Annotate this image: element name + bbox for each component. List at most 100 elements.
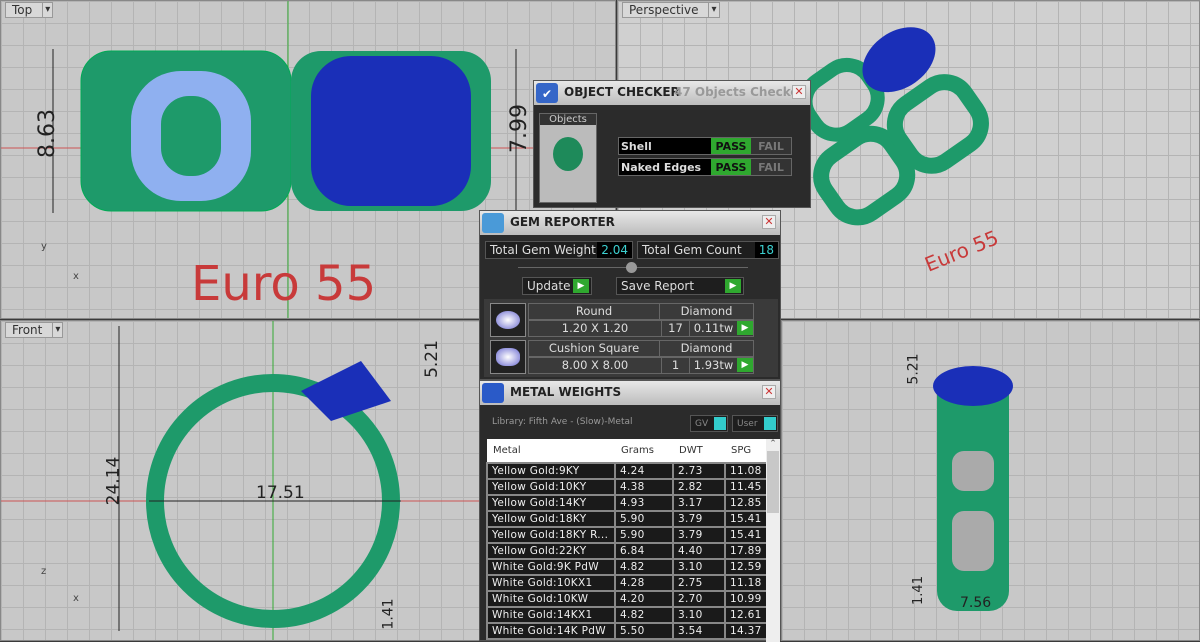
dimension-5-21-right: 5.21	[905, 353, 922, 385]
update-button[interactable]: Update ▶	[522, 277, 592, 295]
spg: 14.37	[724, 622, 766, 640]
metal-row[interactable]: White Gold:10KX1 4.28 2.75 11.18	[486, 574, 766, 592]
metal-row[interactable]: Yellow Gold:14KY 4.93 3.17 12.85	[486, 494, 766, 512]
right-viewport[interactable]: 5.21 1.41 7.56	[781, 320, 1200, 641]
metal-weights-panel: METAL WEIGHTS ✕ Library: Fifth Ave - (Sl…	[479, 380, 781, 642]
gem-count: 1	[661, 358, 689, 373]
col-spg[interactable]: SPG	[725, 439, 766, 463]
metal-name: White Gold:9K PdW	[486, 558, 616, 576]
metal-row[interactable]: White Gold:10KW 4.20 2.70 10.99	[486, 590, 766, 608]
gem-reporter-titlebar[interactable]: GEM REPORTER ✕	[480, 211, 780, 235]
grams: 4.38	[614, 478, 674, 496]
metal-row[interactable]: Yellow Gold:9KY 4.24 2.73 11.08	[486, 462, 766, 480]
grams: 5.90	[614, 526, 674, 544]
total-gem-count-value: 18	[754, 242, 778, 258]
close-button[interactable]: ✕	[762, 385, 776, 399]
total-gem-weight-value: 2.04	[597, 242, 632, 258]
gem-report-icon	[482, 213, 504, 233]
col-grams[interactable]: Grams	[615, 439, 673, 463]
total-gem-weight: Total Gem Weight 2.04	[485, 241, 633, 259]
gem-shape: Cushion Square	[548, 341, 640, 355]
spg: 17.89	[724, 542, 766, 560]
metal-row[interactable]: White Gold:9K PdW 4.82 3.10 12.59	[486, 558, 766, 576]
gem-row-cushion[interactable]	[490, 340, 526, 374]
col-dwt[interactable]: DWT	[673, 439, 725, 463]
metal-name: White Gold:14K PdW	[486, 622, 616, 640]
select-gem-button[interactable]: ▶	[737, 321, 753, 335]
gem-shape: Round	[575, 304, 613, 318]
object-checker-panel: ✔ OBJECT CHECKER 47 Objects Checked ✕ Ob…	[533, 80, 811, 208]
dwt: 2.75	[672, 574, 726, 592]
gv-label: GV	[695, 419, 709, 429]
dwt: 3.54	[672, 622, 726, 640]
splitter-handle[interactable]	[626, 262, 637, 273]
toggle-indicator	[714, 417, 726, 430]
gv-toggle[interactable]: GV	[690, 415, 728, 432]
metal-row[interactable]: Yellow Gold:22KY 6.84 4.40 17.89	[486, 542, 766, 560]
euro-55-text: Euro 55	[191, 256, 377, 312]
scroll-up-icon[interactable]: ⌃	[766, 439, 780, 449]
save-report-button[interactable]: Save Report ▶	[616, 277, 744, 295]
gem-reporter-title: GEM REPORTER	[510, 215, 615, 229]
check-name: Shell	[621, 140, 652, 153]
viewport-label-top[interactable]: Top	[5, 2, 54, 18]
user-label: User	[737, 419, 758, 429]
metal-table-container: Metal Grams DWT SPG Yellow Gold:9KY 4.24 2…	[486, 439, 766, 642]
user-toggle[interactable]: User	[732, 415, 778, 432]
viewport-label-perspective[interactable]: Perspective	[622, 2, 720, 18]
dimension-1-41: 1.41	[380, 598, 397, 630]
metal-weights-titlebar[interactable]: METAL WEIGHTS ✕	[480, 381, 780, 405]
col-metal[interactable]: Metal	[487, 439, 615, 463]
gem-size: 1.20 X 1.20	[561, 321, 629, 335]
select-gem-button[interactable]: ▶	[737, 358, 753, 372]
gem-reporter-panel: GEM REPORTER ✕ Total Gem Weight 2.04 Tota…	[479, 210, 781, 380]
save-report-label: Save Report	[621, 279, 695, 293]
dimension-8-63: 8.63	[34, 109, 60, 158]
scrollbar-thumb[interactable]	[767, 451, 779, 513]
dimension-5-21: 5.21	[421, 340, 442, 378]
objects-thumbnail[interactable]: Objects	[539, 113, 597, 203]
dimension-1-41-right: 1.41	[910, 576, 926, 605]
crucible-icon	[482, 383, 504, 403]
play-icon: ▶	[573, 279, 589, 293]
metal-row[interactable]: Yellow Gold:10KY 4.38 2.82 11.45	[486, 478, 766, 496]
grams: 4.93	[614, 494, 674, 512]
dwt: 4.40	[672, 542, 726, 560]
dwt: 3.10	[672, 558, 726, 576]
metal-row[interactable]: White Gold:14KX1 4.82 3.10 12.61	[486, 606, 766, 624]
dimension-7-99: 7.99	[506, 104, 532, 153]
toggle-indicator	[764, 417, 776, 430]
check-shell: Shell PASS FAIL	[618, 137, 792, 155]
grams: 5.90	[614, 510, 674, 528]
dwt: 2.70	[672, 590, 726, 608]
scrollbar[interactable]: ⌃	[766, 439, 780, 642]
fail-indicator: FAIL	[751, 138, 791, 154]
metal-row[interactable]: Yellow Gold:18KY R... 5.90 3.79 15.41	[486, 526, 766, 544]
grams: 4.82	[614, 606, 674, 624]
dwt: 2.82	[672, 478, 726, 496]
grams: 4.82	[614, 558, 674, 576]
right-ring-drawing	[933, 366, 1013, 611]
gem-weight: 1.93tw	[689, 358, 737, 373]
play-icon: ▶	[725, 279, 741, 293]
dimension-17-51: 17.51	[256, 483, 305, 503]
metal-row[interactable]: Yellow Gold:18KY 5.90 3.79 15.41	[486, 510, 766, 528]
close-button[interactable]: ✕	[762, 215, 776, 229]
close-button[interactable]: ✕	[792, 85, 806, 99]
objects-label: Objects	[540, 114, 596, 125]
gem-material: Diamond	[659, 341, 753, 356]
metal-row[interactable]: White Gold:14K PdW 5.50 3.54 14.37	[486, 622, 766, 640]
metal-weights-title: METAL WEIGHTS	[510, 385, 622, 399]
axis-y: y	[41, 241, 47, 252]
metal-name: White Gold:14KX1	[486, 606, 616, 624]
spg: 12.85	[724, 494, 766, 512]
objects-checked-status: 47 Objects Checked	[674, 85, 808, 99]
object-checker-titlebar[interactable]: ✔ OBJECT CHECKER 47 Objects Checked ✕	[534, 81, 810, 105]
viewport-label-front[interactable]: Front	[5, 322, 64, 338]
dwt: 3.17	[672, 494, 726, 512]
gem-row-round[interactable]	[490, 303, 526, 337]
metal-table: Metal Grams DWT SPG Yellow Gold:9KY 4.24 2…	[486, 439, 766, 640]
metal-name: Yellow Gold:18KY	[486, 510, 616, 528]
gem-weight: 0.11tw	[689, 321, 737, 336]
axis-x: x	[73, 271, 79, 282]
